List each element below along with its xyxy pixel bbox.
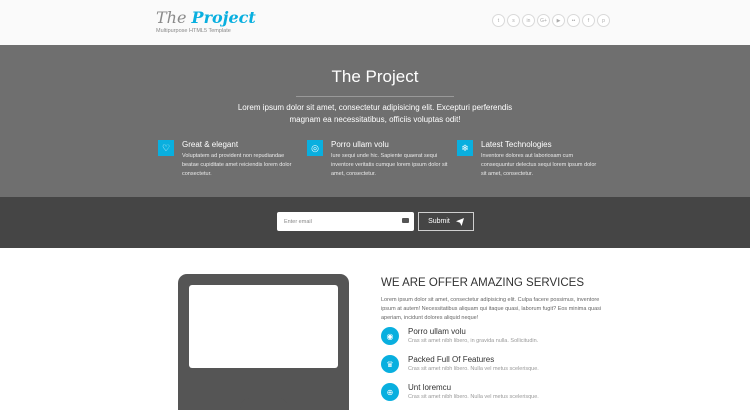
life-ring-icon: ⊕ — [381, 383, 399, 401]
monitor-screen — [189, 285, 338, 368]
feature-title: Porro ullam volu — [331, 140, 389, 149]
googleplus-icon[interactable]: G+ — [537, 14, 550, 27]
feature-text: Inventore dolores aut laboriosam cum con… — [481, 153, 597, 177]
email-input[interactable] — [277, 212, 397, 231]
snowflake-icon: ❄ — [457, 140, 473, 156]
facebook-icon[interactable]: f — [582, 14, 595, 27]
pinterest-icon[interactable]: p — [597, 14, 610, 27]
service-item: ♛ Packed Full Of Features Cras sit amet … — [381, 355, 611, 375]
feature-title: Great & elegant — [182, 140, 239, 149]
youtube-icon[interactable]: ▶ — [552, 14, 565, 27]
service-item: ⊕ Unt loremcu Cras sit amet nibh libero.… — [381, 383, 611, 403]
eye-icon: ◉ — [381, 327, 399, 345]
email-field-wrapper — [277, 212, 414, 231]
monitor-image — [178, 274, 349, 410]
site-tagline: Multipurpose HTML5 Template — [156, 28, 231, 34]
service-title: Unt loremcu — [408, 383, 452, 392]
feature-text: Iure sequi unde hic. Sapiente quaerat se… — [331, 153, 448, 177]
envelope-icon — [402, 218, 409, 223]
feature-title: Latest Technologies — [481, 140, 552, 149]
service-title: Packed Full Of Features — [408, 355, 495, 364]
skype-icon[interactable]: s — [507, 14, 520, 27]
service-text: Cras sit amet nibh libero, in gravida nu… — [408, 338, 539, 344]
heart-icon: ♡ — [158, 140, 174, 156]
submit-button[interactable]: Submit — [418, 212, 474, 231]
hero-section: The Project Lorem ipsum dolor sit amet, … — [0, 45, 750, 197]
services-description: Lorem ipsum dolor sit amet, consectetur … — [381, 297, 602, 321]
logo-word-project: Project — [191, 8, 256, 27]
logo[interactable]: The Project — [156, 9, 256, 27]
paper-plane-icon — [455, 217, 464, 226]
subscribe-section: Submit — [0, 197, 750, 248]
linkedin-icon[interactable]: in — [522, 14, 535, 27]
services-title: WE ARE OFFER AMAZING SERVICES — [381, 277, 584, 289]
logo-word-the: The — [156, 8, 187, 27]
flickr-icon[interactable]: •• — [567, 14, 580, 27]
monitor-stand — [240, 398, 288, 410]
hero-title: The Project — [331, 67, 419, 86]
service-title: Porro ullam volu — [408, 327, 466, 336]
service-text: Cras sit amet nibh libero. Nulla vel met… — [408, 394, 539, 400]
trophy-icon: ♛ — [381, 355, 399, 373]
social-links: t s in G+ ▶ •• f p — [492, 14, 610, 27]
service-text: Cras sit amet nibh libero. Nulla vel met… — [408, 366, 539, 372]
service-item: ◉ Porro ullam volu Cras sit amet nibh li… — [381, 327, 611, 347]
site-header: The Project Multipurpose HTML5 Template … — [0, 0, 750, 46]
hero-subtitle: Lorem ipsum dolor sit amet, consectetur … — [237, 103, 513, 124]
feature-text: Voluptatem ad provident non repudiandae … — [182, 153, 292, 177]
hero-divider — [296, 96, 454, 97]
life-ring-icon: ◎ — [307, 140, 323, 156]
submit-label: Submit — [428, 218, 450, 225]
twitter-icon[interactable]: t — [492, 14, 505, 27]
